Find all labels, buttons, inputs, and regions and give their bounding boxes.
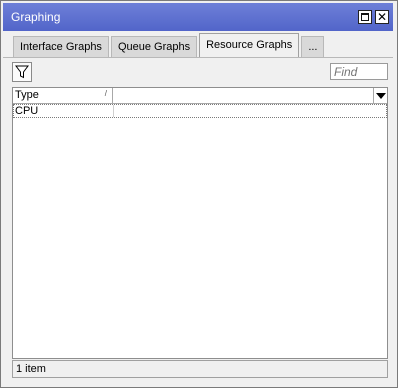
chevron-down-icon (375, 92, 386, 99)
column-chooser-button[interactable] (373, 88, 387, 103)
cell-type: CPU (15, 105, 39, 117)
sort-ascending-icon: / (104, 89, 107, 98)
graphing-window: Graphing ✕ Interface Graphs Queue Graphs… (0, 0, 398, 388)
tab-bar: Interface Graphs Queue Graphs Resource G… (13, 33, 326, 57)
tab-resource-graphs[interactable]: Resource Graphs (199, 33, 300, 57)
filter-icon (15, 65, 29, 79)
tab-divider (3, 57, 393, 58)
tab-queue-graphs[interactable]: Queue Graphs (110, 36, 198, 57)
find-input[interactable] (330, 63, 388, 80)
column-header-label: Type (15, 89, 39, 101)
table-row[interactable]: CPU (13, 104, 387, 118)
close-button[interactable]: ✕ (375, 10, 389, 24)
cell-divider (113, 105, 114, 117)
maximize-button[interactable] (358, 10, 372, 24)
toolbar (11, 61, 389, 85)
filter-button[interactable] (12, 62, 32, 82)
table-header: Type / (13, 88, 387, 104)
item-count: 1 item (16, 363, 46, 375)
window-title: Graphing (11, 10, 61, 24)
status-bar: 1 item (12, 360, 388, 378)
tab-more[interactable]: ... (301, 36, 325, 57)
resource-graphs-table: Type / CPU (12, 87, 388, 359)
tab-interface-graphs[interactable]: Interface Graphs (13, 36, 109, 57)
title-bar[interactable]: Graphing ✕ (3, 3, 393, 31)
column-header-type[interactable]: Type / (13, 88, 113, 103)
